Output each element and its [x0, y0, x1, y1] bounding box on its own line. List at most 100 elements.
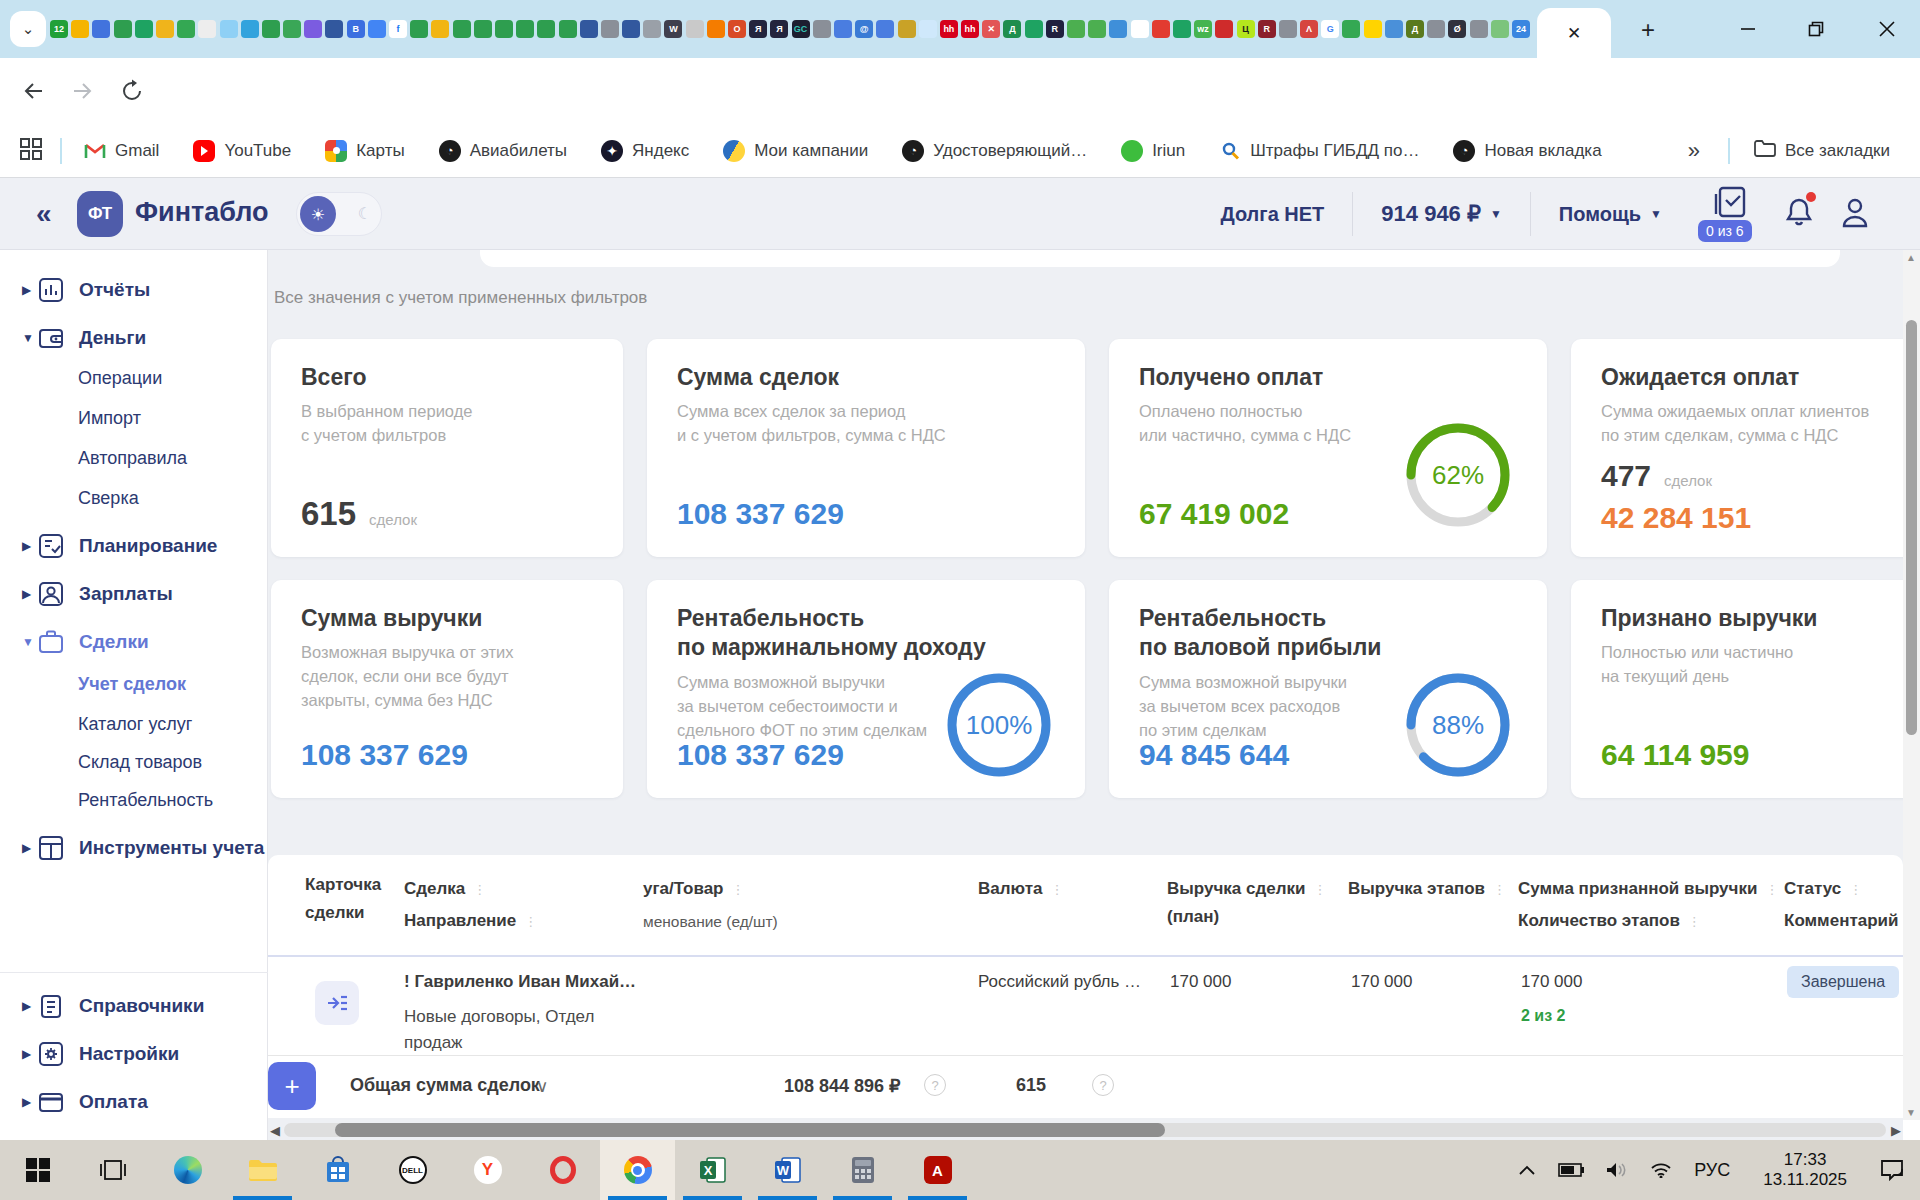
- tab-favicon[interactable]: [1088, 20, 1106, 38]
- tab-favicon[interactable]: [686, 20, 704, 38]
- tab-favicon[interactable]: [876, 20, 894, 38]
- start-button[interactable]: [0, 1140, 75, 1200]
- window-minimize-button[interactable]: [1733, 14, 1763, 44]
- table-row[interactable]: ! Гавриленко Иван Михай… Новые договоры,…: [268, 957, 1903, 1056]
- all-bookmarks[interactable]: Все закладки: [1754, 139, 1890, 162]
- add-deal-button[interactable]: +: [268, 1062, 316, 1110]
- column-menu-icon[interactable]: ⋮: [1688, 914, 1701, 929]
- taskbar-excel[interactable]: X: [675, 1140, 750, 1200]
- vertical-scrollbar[interactable]: ▲ ▼: [1903, 250, 1920, 1120]
- debt-status[interactable]: Долга НЕТ: [1220, 203, 1324, 226]
- forward-button[interactable]: [62, 71, 102, 111]
- tab-favicon[interactable]: [135, 20, 153, 38]
- tab-favicon[interactable]: [410, 20, 428, 38]
- expand-arrow-icon[interactable]: ▶: [22, 841, 32, 855]
- onboarding-checklist-button[interactable]: 0 из 6: [1702, 178, 1758, 250]
- tab-favicon[interactable]: [1364, 20, 1382, 38]
- taskbar-explorer[interactable]: [225, 1140, 300, 1200]
- tab-favicon[interactable]: [1470, 20, 1488, 38]
- total-caret-icon[interactable]: ∨: [536, 1076, 548, 1097]
- tab-favicon[interactable]: [898, 20, 916, 38]
- balance-caret-icon[interactable]: ▼: [1490, 207, 1502, 221]
- taskbar-opera[interactable]: [525, 1140, 600, 1200]
- tab-favicon[interactable]: [1215, 20, 1233, 38]
- bookmark-yandex[interactable]: ✦Яндекс: [601, 140, 689, 162]
- taskbar-dell[interactable]: DELL: [375, 1140, 450, 1200]
- notification-center-icon[interactable]: [1880, 1159, 1904, 1181]
- vertical-scroll-thumb[interactable]: [1906, 320, 1917, 735]
- tab-favicon[interactable]: ✕: [982, 20, 1000, 38]
- sidebar-item-accounting-tools[interactable]: ▶ Инструменты учета: [0, 828, 268, 868]
- sidebar-item-autorules[interactable]: Автоправила: [0, 438, 268, 478]
- column-menu-icon[interactable]: ⋮: [524, 914, 537, 929]
- tab-favicon[interactable]: [516, 20, 534, 38]
- tab-favicon[interactable]: [1491, 20, 1509, 38]
- task-view-button[interactable]: [75, 1140, 150, 1200]
- taskbar-edge[interactable]: [150, 1140, 225, 1200]
- sidebar-item-salary[interactable]: ▶ Зарплаты: [0, 574, 268, 614]
- tab-favicon[interactable]: Ø: [1448, 20, 1466, 38]
- tab-favicon[interactable]: [114, 20, 132, 38]
- volume-icon[interactable]: [1606, 1162, 1628, 1178]
- deal-card-button[interactable]: [315, 981, 359, 1025]
- tab-favicon[interactable]: [431, 20, 449, 38]
- tab-favicon[interactable]: [241, 20, 259, 38]
- tab-favicon[interactable]: [1067, 20, 1085, 38]
- column-menu-icon[interactable]: ⋮: [1313, 882, 1326, 897]
- active-tab[interactable]: ✕: [1537, 8, 1611, 58]
- tab-favicon[interactable]: [580, 20, 598, 38]
- tab-favicon[interactable]: hh: [940, 20, 958, 38]
- total-label[interactable]: Общая сумма сделок: [350, 1075, 540, 1096]
- sidebar-item-directories[interactable]: ▶ Справочники: [0, 986, 268, 1026]
- bookmark-youtube[interactable]: YouTube: [193, 140, 291, 162]
- tab-favicon[interactable]: 12: [50, 20, 68, 38]
- tab-favicon[interactable]: [1025, 20, 1043, 38]
- sidebar-item-deals[interactable]: ▼ Сделки: [0, 622, 268, 662]
- tray-expand-icon[interactable]: [1518, 1164, 1536, 1176]
- scroll-left-icon[interactable]: ◀: [270, 1123, 280, 1138]
- sidebar-item-planning[interactable]: ▶ Планирование: [0, 526, 268, 566]
- tab-favicon[interactable]: [262, 20, 280, 38]
- fintablo-logo[interactable]: ФТ: [77, 191, 123, 237]
- light-theme-icon[interactable]: ☀: [300, 196, 336, 232]
- tab-favicon[interactable]: [368, 20, 386, 38]
- sidebar-item-money[interactable]: ▼ Деньги: [0, 318, 268, 358]
- scroll-down-icon[interactable]: ▼: [1906, 1107, 1916, 1118]
- status-badge[interactable]: Завершена: [1787, 966, 1899, 998]
- tab-favicon[interactable]: [198, 20, 216, 38]
- tab-favicon[interactable]: [474, 20, 492, 38]
- column-menu-icon[interactable]: ⋮: [731, 882, 744, 897]
- tab-favicon[interactable]: [707, 20, 725, 38]
- tab-favicon[interactable]: [1427, 20, 1445, 38]
- sidebar-item-profitability[interactable]: Рентабельность: [0, 780, 268, 820]
- tab-favicon[interactable]: [919, 20, 937, 38]
- tab-favicon[interactable]: R: [1258, 20, 1276, 38]
- expand-arrow-icon[interactable]: ▶: [22, 999, 32, 1013]
- bookmark-iriun[interactable]: Iriun: [1121, 140, 1185, 162]
- help-caret-icon[interactable]: ▼: [1650, 207, 1662, 221]
- window-restore-button[interactable]: [1801, 14, 1831, 44]
- help-menu[interactable]: Помощь: [1559, 203, 1641, 226]
- tab-favicon[interactable]: [325, 20, 343, 38]
- taskbar-acrobat[interactable]: A: [900, 1140, 975, 1200]
- tab-favicon[interactable]: hh: [961, 20, 979, 38]
- tab-favicon[interactable]: [1279, 20, 1297, 38]
- bookmark-gmail[interactable]: Gmail: [84, 140, 159, 162]
- column-menu-icon[interactable]: ⋮: [1050, 882, 1063, 897]
- sidebar-item-operations[interactable]: Операции: [0, 358, 268, 398]
- tab-favicon[interactable]: [813, 20, 831, 38]
- taskbar-store[interactable]: [300, 1140, 375, 1200]
- tab-favicon[interactable]: G: [1321, 20, 1339, 38]
- tab-favicon[interactable]: Ц: [1237, 20, 1255, 38]
- tab-close-icon[interactable]: ✕: [1567, 23, 1581, 44]
- tab-favicon[interactable]: [453, 20, 471, 38]
- expand-arrow-icon[interactable]: ▶: [22, 1047, 32, 1061]
- sidebar-item-settings[interactable]: ▶ Настройки: [0, 1034, 268, 1074]
- tab-favicon[interactable]: Я: [770, 20, 788, 38]
- notifications-button[interactable]: [1784, 196, 1814, 232]
- taskbar-word[interactable]: W: [750, 1140, 825, 1200]
- tab-favicon[interactable]: [643, 20, 661, 38]
- tab-favicon[interactable]: Д: [1003, 20, 1021, 38]
- tab-favicon[interactable]: R: [1046, 20, 1064, 38]
- back-button[interactable]: [14, 71, 54, 111]
